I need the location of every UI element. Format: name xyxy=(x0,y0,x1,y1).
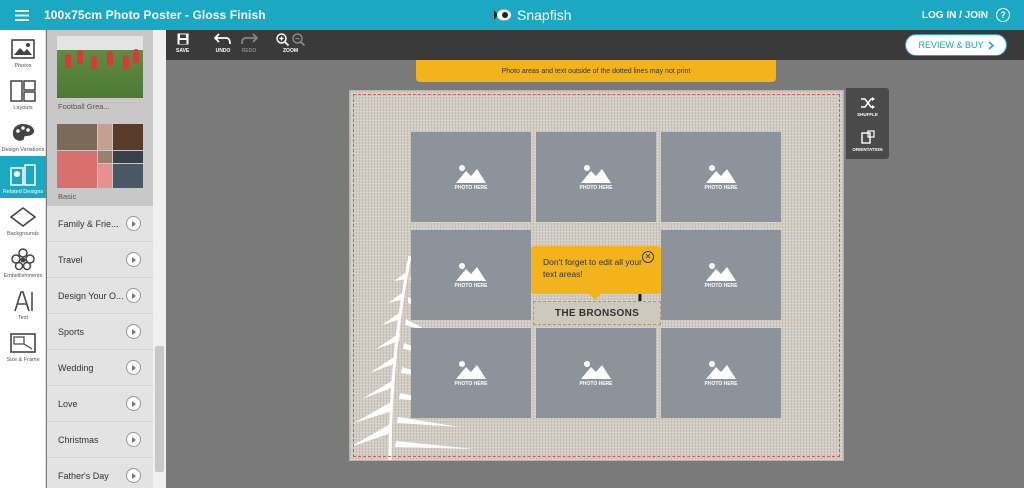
size-frame-icon xyxy=(10,331,36,355)
help-icon[interactable]: ? xyxy=(996,8,1010,22)
panel-scrollbar[interactable] xyxy=(153,30,166,488)
rail-item-text[interactable]: Text xyxy=(0,282,46,324)
list-item[interactable]: Travel xyxy=(47,242,153,278)
text-area-title[interactable]: THE BRONSONS xyxy=(533,301,661,325)
image-placeholder-icon xyxy=(456,361,486,379)
palette-icon xyxy=(10,121,36,145)
print-warning-banner: Photo areas and text outside of the dott… xyxy=(416,60,776,82)
editor-toolbar: SAVE UNDO REDO ZOOM REVIEW & BUY xyxy=(166,30,1024,60)
save-icon xyxy=(177,33,189,45)
chevron-right-icon xyxy=(126,396,141,411)
shuffle-button[interactable]: SHUFFLE xyxy=(846,90,889,124)
category-list: Family & Frie... Travel Design Your O...… xyxy=(47,206,153,488)
rail-item-layouts[interactable]: Layouts xyxy=(0,72,46,114)
save-button[interactable]: SAVE xyxy=(176,33,189,59)
undo-icon xyxy=(214,33,231,45)
photos-icon xyxy=(10,37,36,61)
undo-button[interactable]: UNDO xyxy=(214,33,232,59)
login-label: LOG IN / JOIN xyxy=(921,9,988,21)
tooltip-text: Don't forget to edit all your text areas… xyxy=(543,257,642,279)
chevron-right-icon xyxy=(987,40,994,50)
chevron-right-icon xyxy=(126,252,141,267)
related-designs-panel: Football Grea... Basic Family & Frie... … xyxy=(47,30,153,488)
redo-icon xyxy=(241,33,258,45)
thumb-caption: Basic xyxy=(58,192,77,201)
brand-logo[interactable]: Snapfish xyxy=(492,0,571,30)
photo-slot[interactable]: PHOTO HERE xyxy=(536,132,656,222)
orientation-button[interactable]: ORIENTATION xyxy=(846,124,889,158)
canvas-side-controls: SHUFFLE ORIENTATION xyxy=(846,88,889,159)
list-item[interactable]: Father's Day xyxy=(47,458,153,488)
layouts-icon xyxy=(10,79,36,103)
photo-slot[interactable]: PHOTO HERE xyxy=(411,230,531,320)
image-placeholder-icon xyxy=(706,361,736,379)
fish-icon xyxy=(494,9,511,21)
list-item[interactable]: Love xyxy=(47,386,153,422)
rail-item-design-variations[interactable]: Design Variations xyxy=(0,114,46,156)
image-placeholder-icon xyxy=(581,165,611,183)
tool-rail: Photos Layouts Design Variations Related… xyxy=(0,30,46,488)
design-thumb-basic[interactable] xyxy=(57,124,143,188)
shuffle-icon xyxy=(860,97,875,109)
list-item[interactable]: Christmas xyxy=(47,422,153,458)
close-icon[interactable]: ✕ xyxy=(642,251,654,263)
login-join-link[interactable]: LOG IN / JOIN ? xyxy=(922,0,1010,30)
photo-slot[interactable]: PHOTO HERE xyxy=(661,132,781,222)
photo-slot[interactable]: PHOTO HERE xyxy=(661,230,781,320)
zoom-in-icon[interactable] xyxy=(276,33,289,46)
menu-icon[interactable] xyxy=(0,0,44,30)
image-placeholder-icon xyxy=(456,263,486,281)
redo-button[interactable]: REDO xyxy=(240,33,258,59)
zoom-control[interactable]: ZOOM xyxy=(276,33,305,59)
rail-item-size-frame[interactable]: Size & Frame xyxy=(0,324,46,366)
list-item[interactable]: Family & Frie... xyxy=(47,206,153,242)
edit-text-tooltip: Don't forget to edit all your text areas… xyxy=(531,246,661,300)
photo-slot[interactable]: PHOTO HERE xyxy=(411,328,531,418)
chevron-right-icon xyxy=(126,432,141,447)
list-item[interactable]: Design Your O... xyxy=(47,278,153,314)
embellishments-icon xyxy=(10,247,36,271)
chevron-right-icon xyxy=(126,468,141,483)
chevron-right-icon xyxy=(126,216,141,231)
image-placeholder-icon xyxy=(706,165,736,183)
zoom-out-icon[interactable] xyxy=(292,33,305,46)
related-designs-icon xyxy=(10,163,36,187)
rail-item-photos[interactable]: Photos xyxy=(0,30,46,72)
orientation-icon xyxy=(860,130,875,144)
photo-slot[interactable]: PHOTO HERE xyxy=(536,328,656,418)
photo-slot[interactable]: PHOTO HERE xyxy=(661,328,781,418)
list-item[interactable]: Sports xyxy=(47,314,153,350)
design-thumbnails: Football Grea... Basic xyxy=(47,30,153,206)
photo-slot[interactable]: PHOTO HERE xyxy=(411,132,531,222)
design-thumb-football[interactable] xyxy=(57,36,143,98)
chevron-right-icon xyxy=(126,324,141,339)
scrollbar-thumb[interactable] xyxy=(155,346,164,472)
brand-name: Snapfish xyxy=(517,7,572,23)
image-placeholder-icon xyxy=(706,263,736,281)
project-title: 100x75cm Photo Poster - Gloss Finish xyxy=(44,8,266,22)
rail-item-backgrounds[interactable]: Backgrounds xyxy=(0,198,46,240)
image-placeholder-icon xyxy=(581,361,611,379)
rail-item-embellishments[interactable]: Embellishments xyxy=(0,240,46,282)
thumb-caption: Football Grea... xyxy=(58,102,110,111)
image-placeholder-icon xyxy=(456,165,486,183)
text-icon xyxy=(10,289,36,313)
rail-item-related-designs[interactable]: Related Designs xyxy=(0,156,46,198)
app-header: 100x75cm Photo Poster - Gloss Finish Sna… xyxy=(0,0,1024,30)
review-buy-button[interactable]: REVIEW & BUY xyxy=(905,34,1007,56)
list-item[interactable]: Wedding xyxy=(47,350,153,386)
chevron-right-icon xyxy=(126,360,141,375)
chevron-right-icon xyxy=(126,288,141,303)
backgrounds-icon xyxy=(10,205,36,229)
